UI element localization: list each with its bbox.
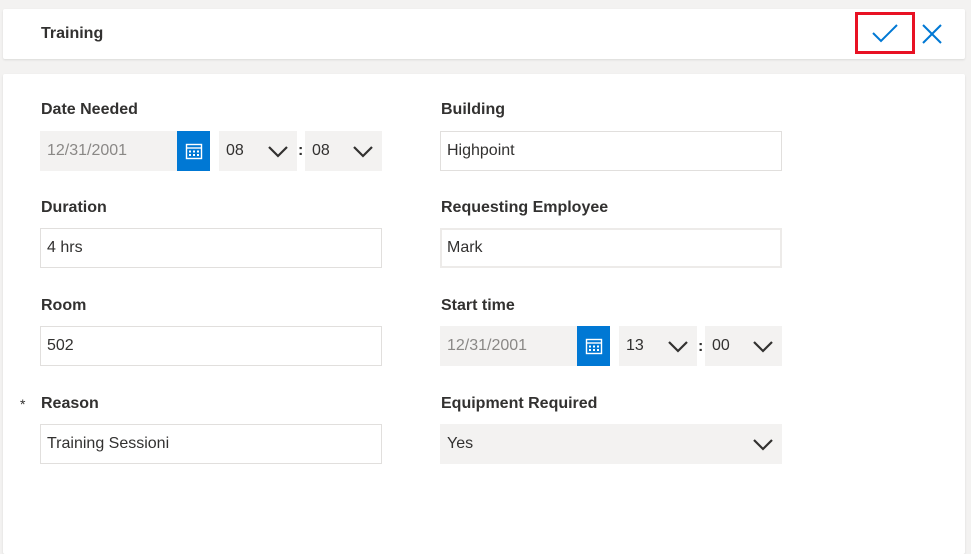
- close-icon: [922, 24, 942, 44]
- form-card: Date Needed 12/31/2001 08 : 08 Building …: [3, 74, 965, 554]
- start-time-label: Start time: [441, 297, 515, 314]
- form-title: Training: [41, 25, 104, 42]
- building-input[interactable]: Highpoint: [440, 131, 782, 171]
- equipment-required-dropdown[interactable]: Yes: [440, 424, 782, 464]
- date-needed-date-input[interactable]: 12/31/2001: [40, 131, 178, 171]
- equipment-required-value: Yes: [447, 435, 474, 452]
- form-header: Training: [3, 9, 965, 59]
- reason-label: Reason: [41, 395, 99, 412]
- submit-button[interactable]: [855, 12, 915, 54]
- start-time-calendar-button[interactable]: [577, 326, 610, 366]
- date-needed-hour-value: 08: [226, 142, 244, 159]
- chevron-down-icon: [268, 146, 288, 158]
- date-needed-label: Date Needed: [41, 101, 138, 118]
- chevron-down-icon: [668, 341, 688, 353]
- building-label: Building: [441, 101, 505, 118]
- start-time-minute-value: 00: [712, 337, 730, 354]
- chevron-down-icon: [753, 439, 773, 451]
- close-button[interactable]: [917, 19, 947, 49]
- check-icon: [872, 24, 898, 43]
- duration-input[interactable]: 4 hrs: [40, 228, 382, 268]
- date-needed-minute-dropdown[interactable]: 08: [305, 131, 382, 171]
- date-needed-minute-value: 08: [312, 142, 330, 159]
- date-needed-calendar-button[interactable]: [177, 131, 210, 171]
- equipment-required-label: Equipment Required: [441, 395, 598, 412]
- start-time-date-input[interactable]: 12/31/2001: [440, 326, 578, 366]
- start-time-hour-dropdown[interactable]: 13: [619, 326, 697, 366]
- requesting-employee-input[interactable]: Mark: [440, 228, 782, 268]
- start-time-minute-dropdown[interactable]: 00: [705, 326, 782, 366]
- chevron-down-icon: [353, 146, 373, 158]
- chevron-down-icon: [753, 341, 773, 353]
- room-input[interactable]: 502: [40, 326, 382, 366]
- start-time-time-separator: :: [698, 338, 704, 355]
- date-needed-time-separator: :: [298, 142, 304, 159]
- requesting-employee-label: Requesting Employee: [441, 199, 609, 216]
- reason-required-indicator: *: [20, 396, 26, 412]
- duration-label: Duration: [41, 199, 107, 216]
- calendar-icon: [185, 143, 202, 160]
- date-needed-hour-dropdown[interactable]: 08: [219, 131, 297, 171]
- room-label: Room: [41, 297, 87, 314]
- start-time-hour-value: 13: [626, 337, 644, 354]
- reason-input[interactable]: Training Sessioni: [40, 424, 382, 464]
- calendar-icon: [585, 338, 602, 355]
